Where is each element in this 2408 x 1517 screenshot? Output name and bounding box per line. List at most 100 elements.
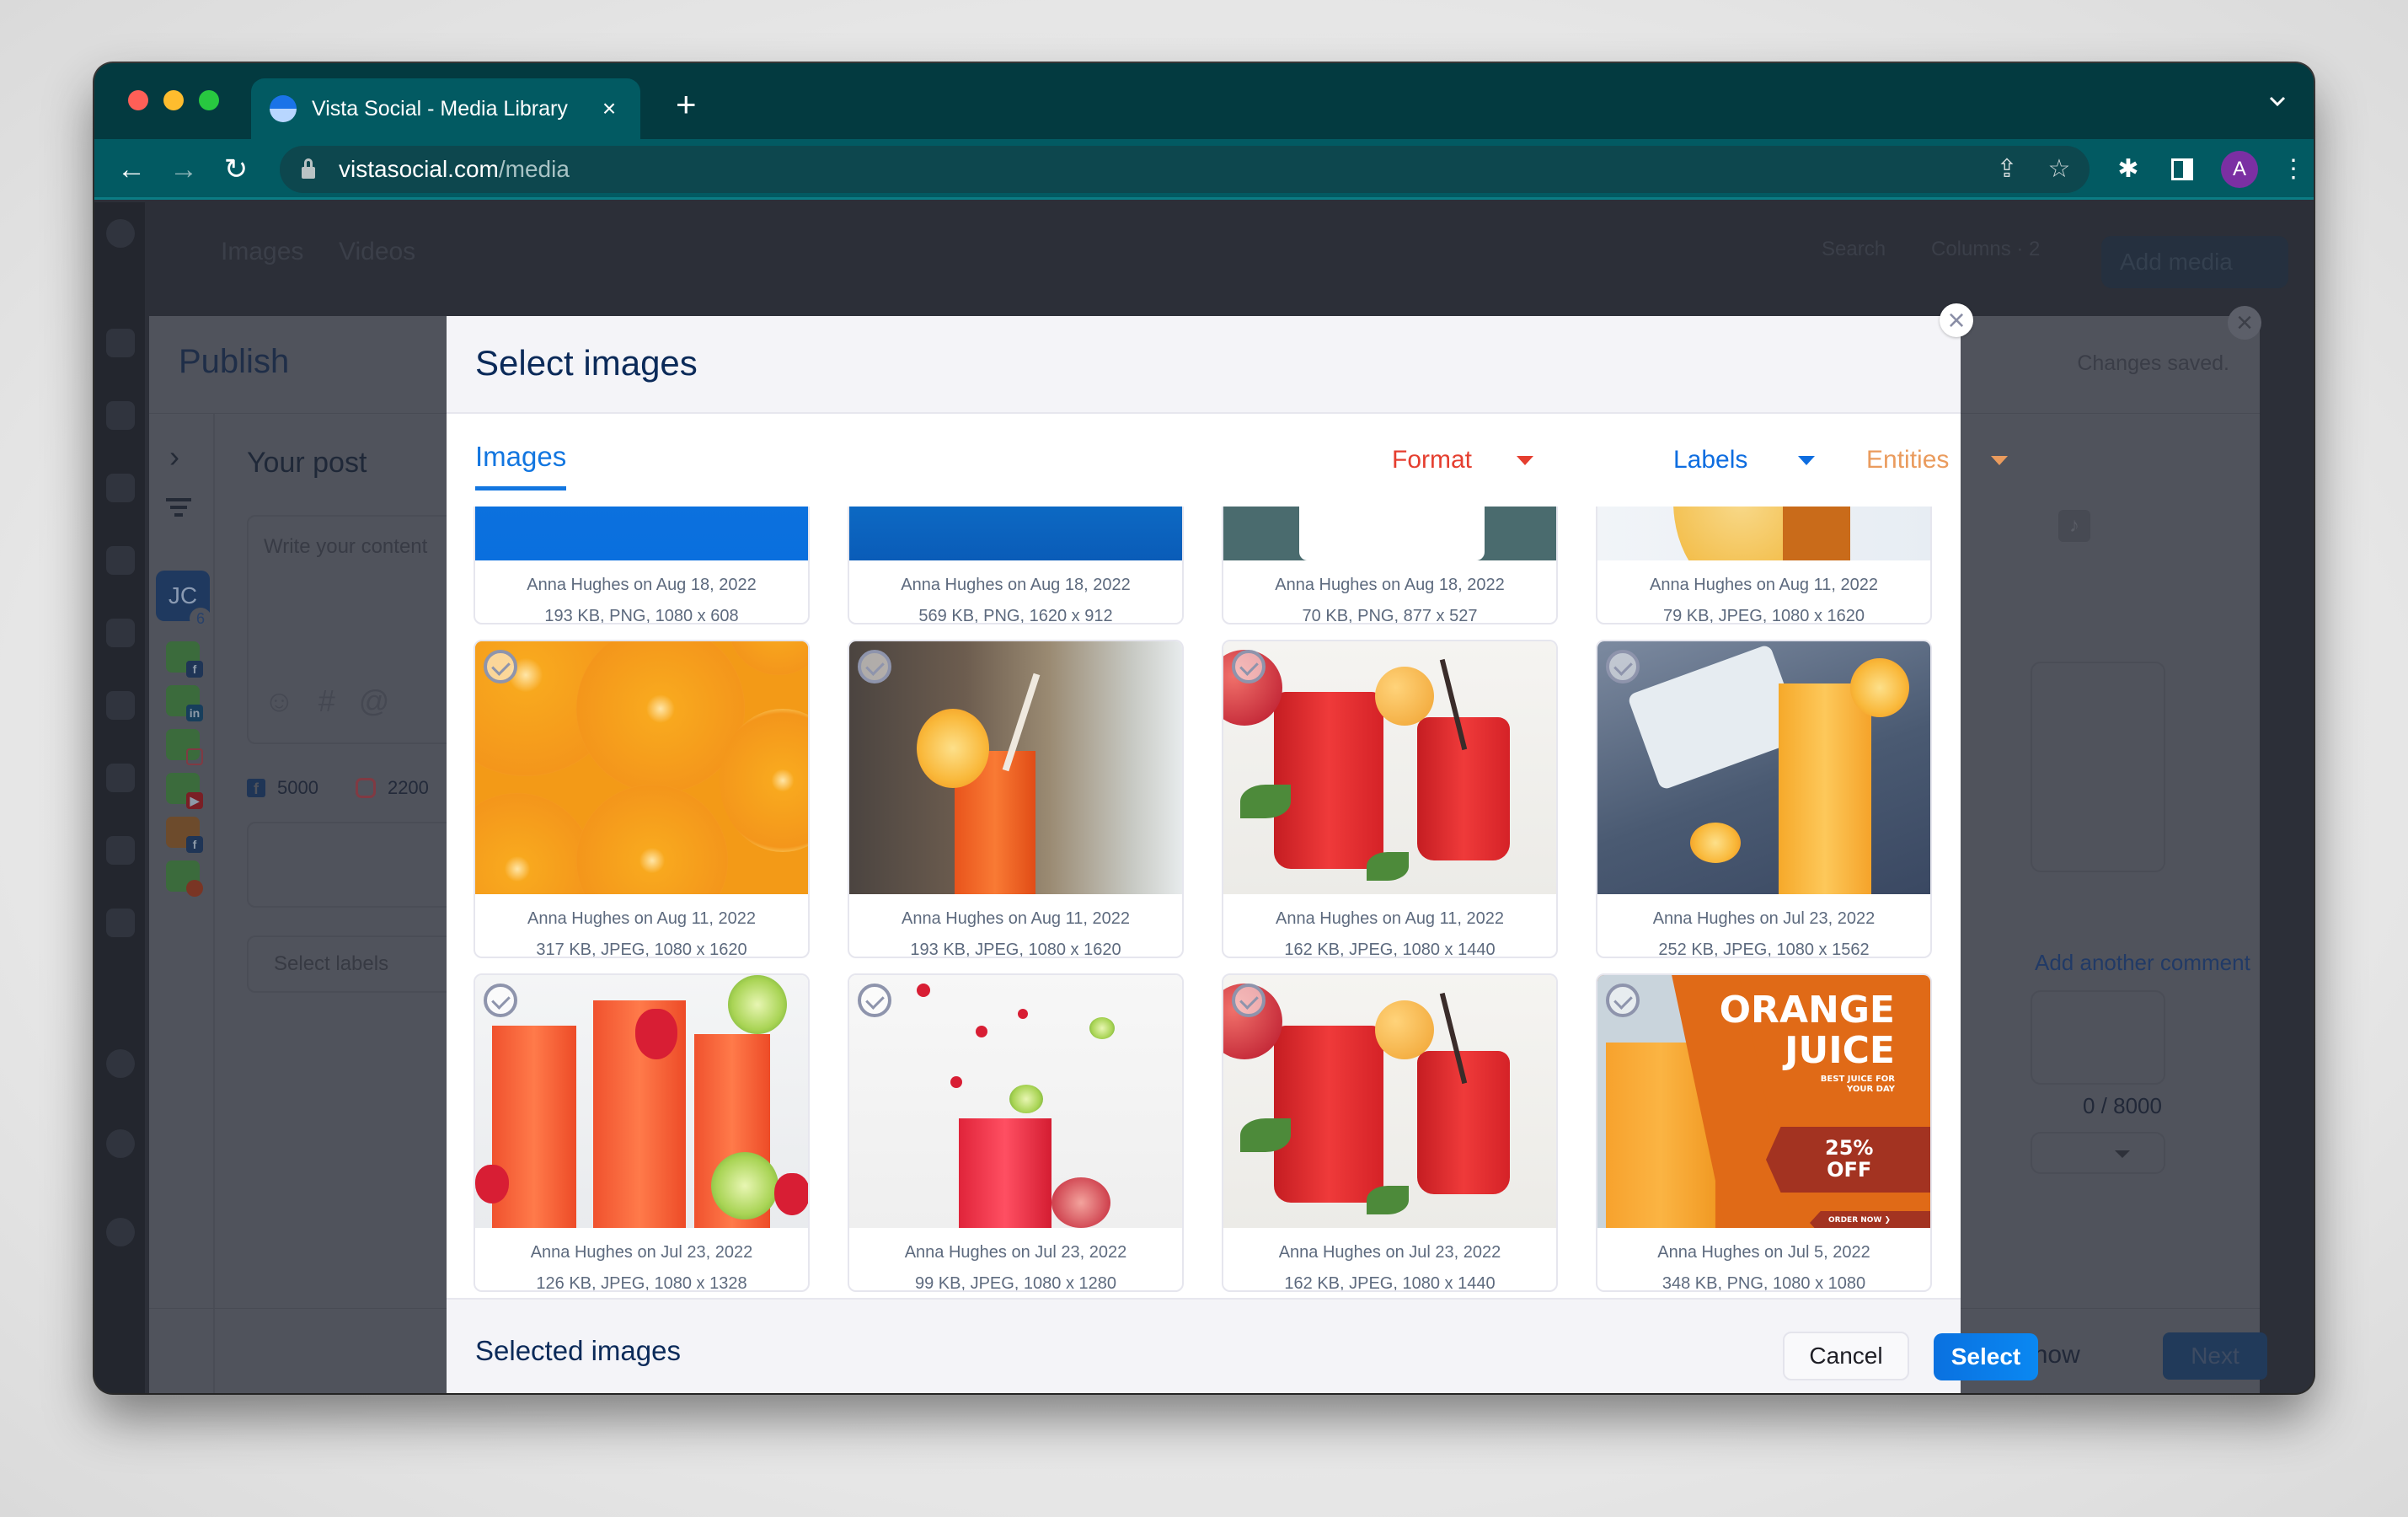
tab-images[interactable]: Images — [475, 441, 567, 490]
image-uploader-date: Anna Hughes on Aug 11, 2022 — [1650, 576, 1878, 594]
browser-menu-icon[interactable]: ⋮ — [2277, 153, 2310, 186]
media-icon[interactable] — [106, 546, 135, 575]
image-thumbnail[interactable] — [1597, 641, 1930, 894]
modal-header: Select images — [447, 316, 1961, 414]
publish-close-button[interactable]: × — [2228, 306, 2261, 340]
bg-tab-images[interactable]: Images — [221, 238, 303, 266]
image-card[interactable]: Anna Hughes on Jul 23, 2022 252 KB, JPEG,… — [1596, 640, 1932, 958]
help-icon[interactable] — [106, 1129, 135, 1158]
image-thumbnail[interactable]: ORANGE JUICE BEST JUICE FOR YOUR DAY 25% OFF O… — [1597, 975, 1930, 1228]
image-card[interactable]: Anna Hughes on Aug 18, 2022 70 KB, PNG, 8… — [1222, 507, 1558, 624]
select-checkbox-icon[interactable] — [858, 984, 891, 1017]
image-card[interactable]: Anna Hughes on Aug 11, 2022 79 KB, JPEG, … — [1596, 507, 1932, 624]
forward-arrow-icon[interactable]: → — [165, 151, 202, 188]
bg-search[interactable]: Search — [1822, 238, 1886, 261]
select-checkbox-icon[interactable] — [1232, 984, 1266, 1017]
add-icon[interactable] — [106, 1049, 135, 1078]
entities-filter-dropdown[interactable]: Entities — [1866, 446, 2008, 474]
hashtag-icon[interactable]: # — [318, 683, 359, 718]
image-thumbnail[interactable] — [475, 507, 808, 560]
media-library-page: Images Videos Search Columns · 2 Add med… — [94, 202, 2314, 1393]
tab-search-chevron-icon[interactable] — [2268, 92, 2287, 110]
image-card[interactable]: Anna Hughes on Jul 23, 2022 126 KB, JPEG,… — [474, 973, 810, 1292]
account-linkedin[interactable]: in — [166, 685, 203, 721]
image-card[interactable]: ORANGE JUICE BEST JUICE FOR YOUR DAY 25% OFF O… — [1596, 973, 1932, 1292]
close-window-button[interactable] — [128, 90, 148, 110]
account-facebook[interactable]: f — [166, 641, 203, 678]
maximize-window-button[interactable] — [199, 90, 219, 110]
emoji-icon[interactable]: ☺ — [264, 683, 318, 718]
image-thumbnail[interactable] — [1597, 507, 1930, 560]
expand-chevron-icon[interactable]: › — [169, 439, 179, 474]
image-card[interactable]: Anna Hughes on Jul 23, 2022 162 KB, JPEG,… — [1222, 973, 1558, 1292]
tab-close-icon[interactable]: × — [597, 95, 622, 122]
image-card[interactable]: Anna Hughes on Aug 11, 2022 162 KB, JPEG,… — [1222, 640, 1558, 958]
reviews-icon[interactable] — [106, 764, 135, 792]
comment-select[interactable] — [2031, 1132, 2165, 1174]
profile-group-avatar[interactable]: JC 6 — [156, 571, 211, 630]
image-thumbnail[interactable] — [849, 975, 1182, 1228]
select-checkbox-icon[interactable] — [484, 650, 517, 683]
next-button[interactable]: Next — [2163, 1332, 2267, 1380]
image-thumbnail[interactable] — [475, 641, 808, 894]
image-file-info: 348 KB, PNG, 1080 x 1080 — [1662, 1274, 1866, 1292]
share-icon[interactable]: ⇪ — [1992, 154, 2022, 185]
bg-tab-videos[interactable]: Videos — [339, 238, 415, 266]
image-thumbnail[interactable] — [1223, 641, 1556, 894]
inbox-icon[interactable] — [106, 619, 135, 647]
address-bar[interactable]: vistasocial.com/media ⇪ ☆ — [280, 146, 2090, 193]
profiles-column: › JC 6 f in ▶ f — [149, 414, 215, 1393]
cancel-button[interactable]: Cancel — [1783, 1332, 1909, 1380]
browser-tab[interactable]: Vista Social - Media Library × — [251, 78, 640, 139]
tiktok-icon[interactable]: ♪ — [2058, 510, 2090, 542]
reload-icon[interactable]: ↻ — [217, 151, 254, 188]
account-instagram[interactable] — [166, 729, 203, 765]
image-thumbnail[interactable] — [1223, 507, 1556, 560]
format-filter-dropdown[interactable]: Format — [1392, 446, 1533, 474]
account-facebook-2[interactable]: f — [166, 817, 203, 853]
labels-filter-dropdown[interactable]: Labels — [1673, 446, 1815, 474]
add-comment-link[interactable]: Add another comment — [2035, 950, 2250, 976]
reports-icon[interactable] — [106, 909, 135, 937]
tools-icon[interactable] — [106, 836, 135, 865]
image-card[interactable]: Anna Hughes on Aug 18, 2022 569 KB, PNG, … — [848, 507, 1184, 624]
image-uploader-date: Anna Hughes on Aug 18, 2022 — [1275, 576, 1505, 594]
new-tab-button[interactable]: + — [676, 87, 697, 122]
image-grid-scroll[interactable]: Anna Hughes on Aug 18, 2022 193 KB, PNG, … — [447, 507, 1961, 1299]
select-checkbox-icon[interactable] — [858, 650, 891, 683]
account-youtube[interactable]: ▶ — [166, 773, 203, 809]
side-panel-icon[interactable] — [2165, 153, 2199, 186]
comment-input[interactable] — [2031, 990, 2165, 1085]
back-arrow-icon[interactable]: ← — [113, 151, 150, 188]
select-checkbox-icon[interactable] — [1606, 984, 1640, 1017]
select-button[interactable]: Select — [1934, 1333, 2038, 1380]
image-thumbnail[interactable] — [849, 507, 1182, 560]
minimize-window-button[interactable] — [163, 90, 184, 110]
select-checkbox-icon[interactable] — [1606, 650, 1640, 683]
extensions-puzzle-icon[interactable]: ✱ — [2111, 153, 2145, 186]
bg-columns[interactable]: Columns · 2 — [1931, 238, 2040, 261]
image-thumbnail[interactable] — [849, 641, 1182, 894]
lock-icon — [302, 158, 315, 179]
account-reddit[interactable] — [166, 860, 203, 897]
image-card[interactable]: Anna Hughes on Jul 23, 2022 99 KB, JPEG, … — [848, 973, 1184, 1292]
modal-close-button[interactable]: × — [1940, 303, 1973, 337]
select-checkbox-icon[interactable] — [1232, 650, 1266, 683]
image-card[interactable]: Anna Hughes on Aug 11, 2022 193 KB, JPEG,… — [848, 640, 1184, 958]
bookmark-star-icon[interactable]: ☆ — [2044, 154, 2074, 185]
filter-icon[interactable] — [166, 498, 191, 521]
image-card[interactable]: Anna Hughes on Aug 18, 2022 193 KB, PNG, … — [474, 507, 810, 624]
image-thumbnail[interactable] — [1223, 975, 1556, 1228]
user-avatar[interactable] — [106, 1218, 135, 1246]
calendar-icon[interactable] — [106, 474, 135, 502]
mention-icon[interactable]: @ — [359, 683, 414, 718]
image-thumbnail[interactable] — [475, 975, 808, 1228]
content-placeholder: Write your content — [264, 535, 428, 558]
listening-icon[interactable] — [106, 691, 135, 720]
home-icon[interactable] — [106, 329, 135, 357]
select-checkbox-icon[interactable] — [484, 984, 517, 1017]
bg-add-media-button[interactable]: Add media — [2101, 236, 2288, 288]
image-card[interactable]: Anna Hughes on Aug 11, 2022 317 KB, JPEG,… — [474, 640, 810, 958]
profile-avatar[interactable]: A — [2221, 151, 2258, 188]
publish-icon[interactable] — [106, 401, 135, 430]
